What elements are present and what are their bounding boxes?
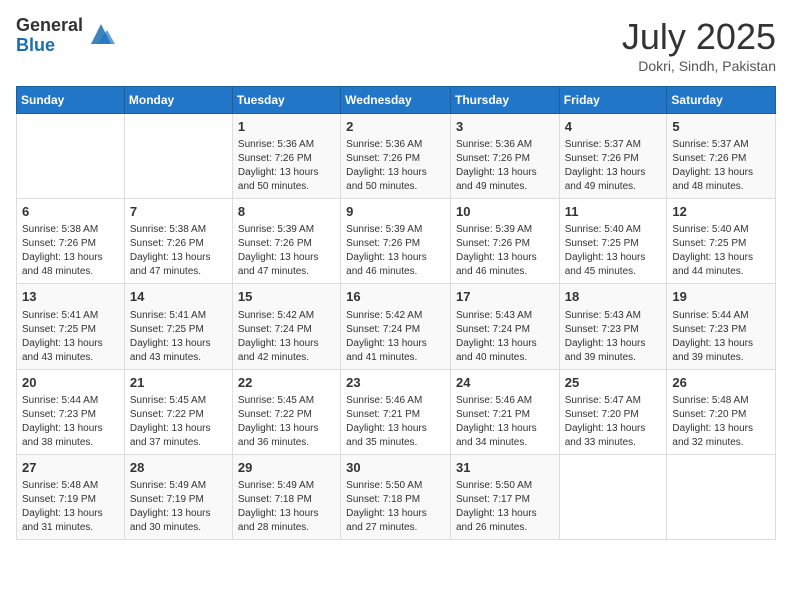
weekday-header-wednesday: Wednesday — [341, 87, 451, 114]
calendar-cell — [667, 454, 776, 539]
calendar-cell — [124, 114, 232, 199]
logo: General Blue — [16, 16, 115, 56]
calendar-cell: 23Sunrise: 5:46 AMSunset: 7:21 PMDayligh… — [341, 369, 451, 454]
day-number: 11 — [565, 203, 662, 221]
calendar-week-1: 1Sunrise: 5:36 AMSunset: 7:26 PMDaylight… — [17, 114, 776, 199]
day-number: 21 — [130, 374, 227, 392]
calendar-cell: 3Sunrise: 5:36 AMSunset: 7:26 PMDaylight… — [450, 114, 559, 199]
month-title: July 2025 — [622, 16, 776, 58]
day-number: 7 — [130, 203, 227, 221]
day-number: 25 — [565, 374, 662, 392]
day-number: 16 — [346, 288, 445, 306]
day-number: 13 — [22, 288, 119, 306]
logo-general-text: General — [16, 16, 83, 36]
weekday-header-sunday: Sunday — [17, 87, 125, 114]
calendar-cell: 2Sunrise: 5:36 AMSunset: 7:26 PMDaylight… — [341, 114, 451, 199]
calendar-cell: 24Sunrise: 5:46 AMSunset: 7:21 PMDayligh… — [450, 369, 559, 454]
calendar-cell: 28Sunrise: 5:49 AMSunset: 7:19 PMDayligh… — [124, 454, 232, 539]
day-number: 28 — [130, 459, 227, 477]
calendar-cell: 5Sunrise: 5:37 AMSunset: 7:26 PMDaylight… — [667, 114, 776, 199]
calendar-week-5: 27Sunrise: 5:48 AMSunset: 7:19 PMDayligh… — [17, 454, 776, 539]
day-number: 1 — [238, 118, 335, 136]
calendar-cell: 15Sunrise: 5:42 AMSunset: 7:24 PMDayligh… — [232, 284, 340, 369]
day-number: 3 — [456, 118, 554, 136]
calendar-cell: 30Sunrise: 5:50 AMSunset: 7:18 PMDayligh… — [341, 454, 451, 539]
weekday-header-thursday: Thursday — [450, 87, 559, 114]
calendar-cell — [17, 114, 125, 199]
calendar-cell: 12Sunrise: 5:40 AMSunset: 7:25 PMDayligh… — [667, 199, 776, 284]
weekday-header-monday: Monday — [124, 87, 232, 114]
calendar-week-2: 6Sunrise: 5:38 AMSunset: 7:26 PMDaylight… — [17, 199, 776, 284]
calendar-cell: 25Sunrise: 5:47 AMSunset: 7:20 PMDayligh… — [559, 369, 667, 454]
day-number: 22 — [238, 374, 335, 392]
logo-blue-text: Blue — [16, 36, 83, 56]
weekday-header-row: SundayMondayTuesdayWednesdayThursdayFrid… — [17, 87, 776, 114]
day-number: 10 — [456, 203, 554, 221]
day-number: 4 — [565, 118, 662, 136]
weekday-header-tuesday: Tuesday — [232, 87, 340, 114]
calendar-cell: 1Sunrise: 5:36 AMSunset: 7:26 PMDaylight… — [232, 114, 340, 199]
day-number: 27 — [22, 459, 119, 477]
day-number: 24 — [456, 374, 554, 392]
calendar-cell — [559, 454, 667, 539]
calendar-cell: 6Sunrise: 5:38 AMSunset: 7:26 PMDaylight… — [17, 199, 125, 284]
calendar-cell: 8Sunrise: 5:39 AMSunset: 7:26 PMDaylight… — [232, 199, 340, 284]
calendar-week-4: 20Sunrise: 5:44 AMSunset: 7:23 PMDayligh… — [17, 369, 776, 454]
location-text: Dokri, Sindh, Pakistan — [622, 58, 776, 74]
calendar-cell: 22Sunrise: 5:45 AMSunset: 7:22 PMDayligh… — [232, 369, 340, 454]
day-number: 26 — [672, 374, 770, 392]
day-number: 14 — [130, 288, 227, 306]
day-number: 29 — [238, 459, 335, 477]
calendar-cell: 18Sunrise: 5:43 AMSunset: 7:23 PMDayligh… — [559, 284, 667, 369]
calendar-table: SundayMondayTuesdayWednesdayThursdayFrid… — [16, 86, 776, 540]
calendar-cell: 17Sunrise: 5:43 AMSunset: 7:24 PMDayligh… — [450, 284, 559, 369]
page-header: General Blue July 2025 Dokri, Sindh, Pak… — [16, 16, 776, 74]
day-number: 9 — [346, 203, 445, 221]
weekday-header-saturday: Saturday — [667, 87, 776, 114]
logo-icon — [87, 20, 115, 48]
day-number: 18 — [565, 288, 662, 306]
day-number: 2 — [346, 118, 445, 136]
calendar-cell: 27Sunrise: 5:48 AMSunset: 7:19 PMDayligh… — [17, 454, 125, 539]
calendar-cell: 10Sunrise: 5:39 AMSunset: 7:26 PMDayligh… — [450, 199, 559, 284]
calendar-cell: 16Sunrise: 5:42 AMSunset: 7:24 PMDayligh… — [341, 284, 451, 369]
day-number: 19 — [672, 288, 770, 306]
day-number: 6 — [22, 203, 119, 221]
day-number: 31 — [456, 459, 554, 477]
calendar-cell: 9Sunrise: 5:39 AMSunset: 7:26 PMDaylight… — [341, 199, 451, 284]
calendar-cell: 26Sunrise: 5:48 AMSunset: 7:20 PMDayligh… — [667, 369, 776, 454]
day-number: 30 — [346, 459, 445, 477]
day-number: 12 — [672, 203, 770, 221]
weekday-header-friday: Friday — [559, 87, 667, 114]
day-number: 15 — [238, 288, 335, 306]
day-number: 5 — [672, 118, 770, 136]
calendar-cell: 14Sunrise: 5:41 AMSunset: 7:25 PMDayligh… — [124, 284, 232, 369]
calendar-cell: 21Sunrise: 5:45 AMSunset: 7:22 PMDayligh… — [124, 369, 232, 454]
calendar-cell: 20Sunrise: 5:44 AMSunset: 7:23 PMDayligh… — [17, 369, 125, 454]
title-block: July 2025 Dokri, Sindh, Pakistan — [622, 16, 776, 74]
calendar-cell: 29Sunrise: 5:49 AMSunset: 7:18 PMDayligh… — [232, 454, 340, 539]
day-number: 17 — [456, 288, 554, 306]
calendar-cell: 11Sunrise: 5:40 AMSunset: 7:25 PMDayligh… — [559, 199, 667, 284]
calendar-cell: 4Sunrise: 5:37 AMSunset: 7:26 PMDaylight… — [559, 114, 667, 199]
calendar-cell: 19Sunrise: 5:44 AMSunset: 7:23 PMDayligh… — [667, 284, 776, 369]
day-number: 20 — [22, 374, 119, 392]
calendar-cell: 31Sunrise: 5:50 AMSunset: 7:17 PMDayligh… — [450, 454, 559, 539]
day-number: 23 — [346, 374, 445, 392]
day-number: 8 — [238, 203, 335, 221]
calendar-cell: 13Sunrise: 5:41 AMSunset: 7:25 PMDayligh… — [17, 284, 125, 369]
calendar-cell: 7Sunrise: 5:38 AMSunset: 7:26 PMDaylight… — [124, 199, 232, 284]
calendar-week-3: 13Sunrise: 5:41 AMSunset: 7:25 PMDayligh… — [17, 284, 776, 369]
